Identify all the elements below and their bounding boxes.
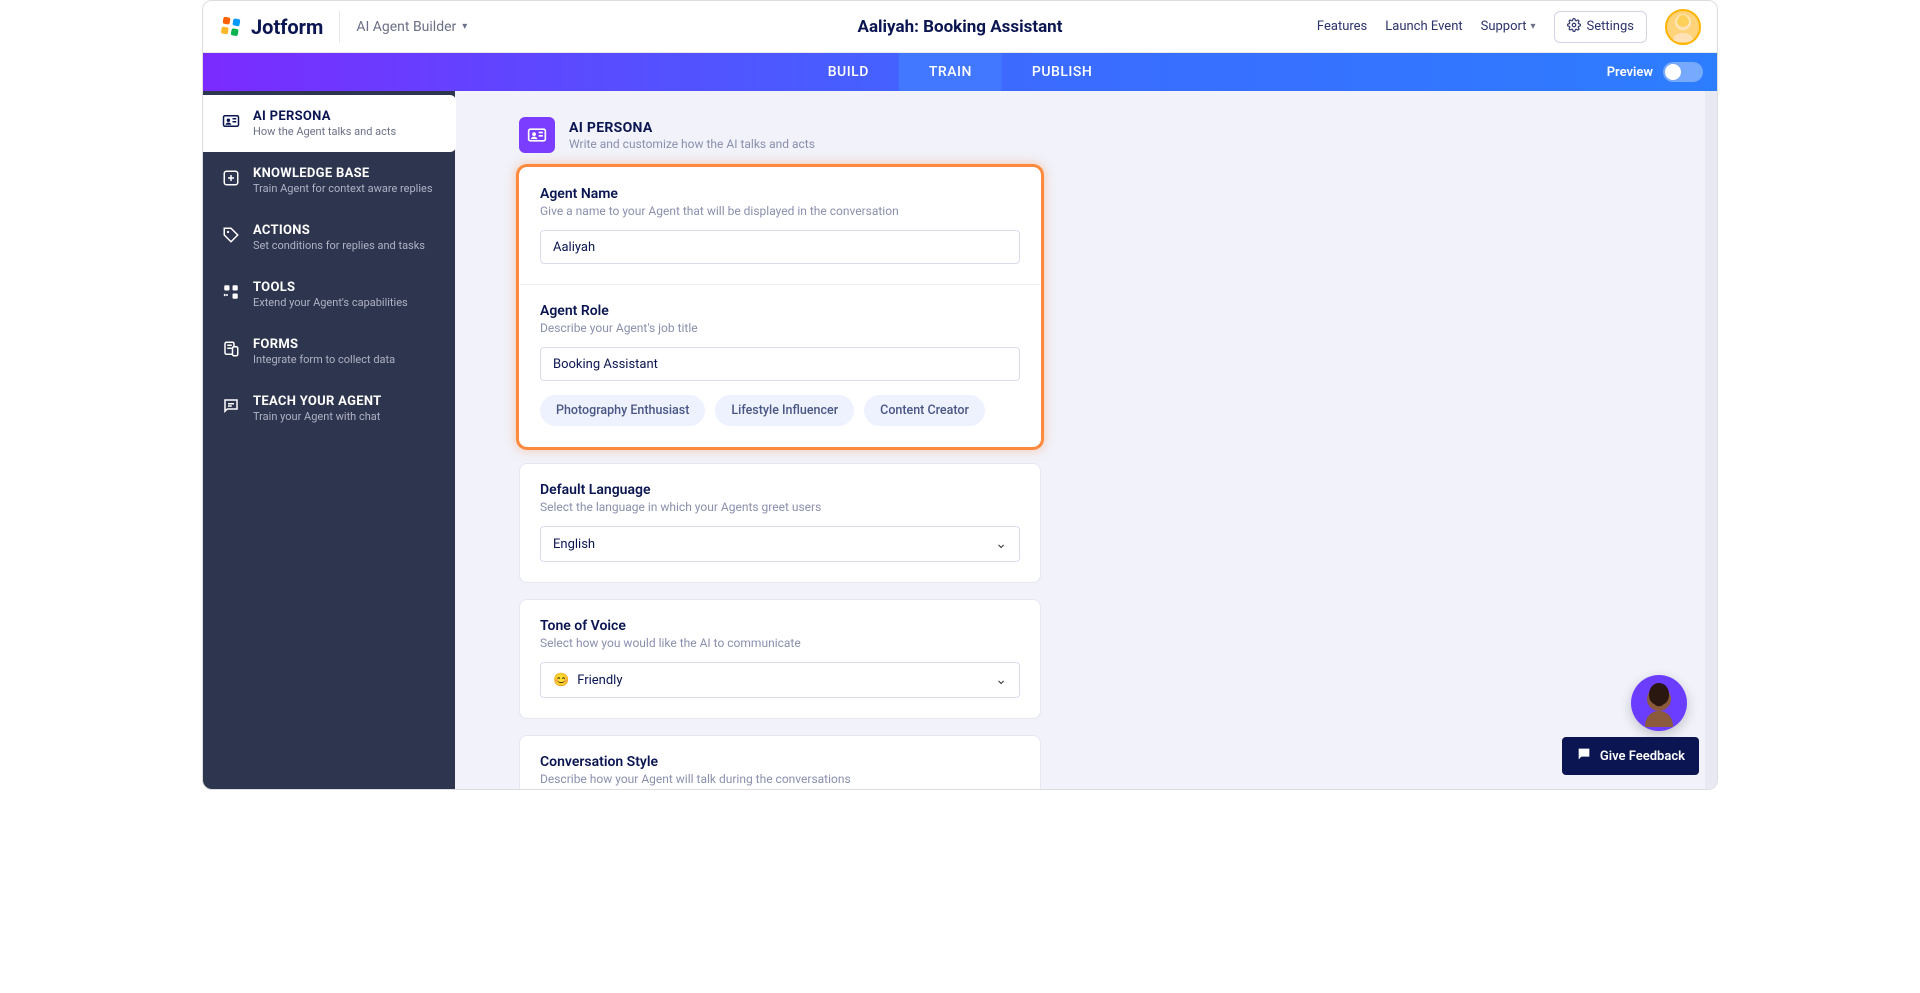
agent-role-label: Agent Role (540, 303, 1020, 319)
persona-section-icon (519, 117, 555, 153)
persona-card-icon (221, 111, 241, 131)
nav-support[interactable]: Support ▾ (1481, 19, 1536, 34)
preview-toggle[interactable] (1663, 62, 1703, 82)
sidebar-item-title: KNOWLEDGE BASE (253, 166, 433, 181)
section-header: AI PERSONA Write and customize how the A… (519, 117, 1041, 153)
tab-build[interactable]: BUILD (798, 53, 899, 91)
give-feedback-button[interactable]: Give Feedback (1562, 737, 1699, 775)
gear-icon (1567, 18, 1581, 36)
chevron-down-icon: ▾ (462, 21, 467, 32)
logo-text: Jotform (251, 15, 323, 39)
plus-square-icon (221, 168, 241, 188)
language-label: Default Language (540, 482, 1020, 498)
tone-emoji-icon: 😊 (553, 673, 569, 688)
page-title: Aaliyah: Booking Assistant (858, 17, 1063, 37)
settings-label: Settings (1587, 19, 1634, 34)
sidebar-item-teach[interactable]: TEACH YOUR AGENT Train your Agent with c… (203, 380, 455, 437)
apps-icon (221, 282, 241, 302)
content-area[interactable]: AI PERSONA Write and customize how the A… (455, 91, 1717, 789)
section-subtitle: Write and customize how the AI talks and… (569, 137, 815, 151)
tone-label: Tone of Voice (540, 618, 1020, 634)
sidebar-item-subtitle: Extend your Agent's capabilities (253, 296, 408, 309)
sidebar-item-tools[interactable]: TOOLS Extend your Agent's capabilities (203, 266, 455, 323)
product-switcher[interactable]: AI Agent Builder ▾ (356, 19, 467, 35)
forms-icon (221, 339, 241, 359)
sidebar-item-title: ACTIONS (253, 223, 425, 238)
section-title: AI PERSONA (569, 120, 815, 136)
agent-role-input[interactable] (540, 347, 1020, 381)
chevron-down-icon: ▾ (1531, 21, 1536, 32)
tag-icon (221, 225, 241, 245)
user-avatar[interactable] (1665, 9, 1701, 45)
train-sidebar: AI PERSONA How the Agent talks and acts … (203, 91, 455, 789)
conversation-style-help: Describe how your Agent will talk during… (540, 772, 1020, 786)
agent-role-help: Describe your Agent's job title (540, 321, 1020, 335)
sidebar-item-title: TOOLS (253, 280, 408, 295)
tone-select[interactable]: 😊 Friendly ⌄ (540, 662, 1020, 698)
sidebar-item-subtitle: Integrate form to collect data (253, 353, 395, 366)
language-value: English (553, 537, 595, 552)
conversation-style-label: Conversation Style (540, 754, 1020, 770)
role-suggestion-chip[interactable]: Photography Enthusiast (540, 395, 705, 426)
role-suggestion-chip[interactable]: Lifestyle Influencer (715, 395, 854, 426)
sidebar-item-knowledge-base[interactable]: KNOWLEDGE BASE Train Agent for context a… (203, 152, 455, 209)
role-suggestion-chip[interactable]: Content Creator (864, 395, 985, 426)
main-area: AI PERSONA How the Agent talks and acts … (203, 91, 1717, 789)
settings-button[interactable]: Settings (1554, 11, 1647, 43)
default-language-card: Default Language Select the language in … (519, 463, 1041, 583)
nav-features[interactable]: Features (1317, 19, 1367, 34)
feedback-label: Give Feedback (1600, 749, 1685, 764)
sidebar-item-forms[interactable]: FORMS Integrate form to collect data (203, 323, 455, 380)
language-select[interactable]: English ⌄ (540, 526, 1020, 562)
chevron-down-icon: ⌄ (995, 536, 1007, 552)
agent-name-input[interactable] (540, 230, 1020, 264)
product-name-text: AI Agent Builder (356, 19, 456, 35)
persona-identity-card: Agent Name Give a name to your Agent tha… (519, 167, 1041, 447)
tone-help: Select how you would like the AI to comm… (540, 636, 1020, 650)
agent-name-help: Give a name to your Agent that will be d… (540, 204, 1020, 218)
conversation-style-card: Conversation Style Describe how your Age… (519, 735, 1041, 789)
sidebar-item-ai-persona[interactable]: AI PERSONA How the Agent talks and acts (203, 95, 456, 152)
mode-tabs: BUILD TRAIN PUBLISH Preview (203, 53, 1717, 91)
tone-card: Tone of Voice Select how you would like … (519, 599, 1041, 719)
tab-train[interactable]: TRAIN (899, 53, 1002, 91)
preview-label: Preview (1607, 65, 1653, 80)
agent-name-label: Agent Name (540, 186, 1020, 202)
feedback-icon (1576, 746, 1592, 766)
sidebar-item-subtitle: Train your Agent with chat (253, 410, 382, 423)
sidebar-item-subtitle: How the Agent talks and acts (253, 125, 396, 138)
sidebar-item-title: AI PERSONA (253, 109, 396, 124)
chat-icon (221, 396, 241, 416)
scrollbar[interactable] (1705, 91, 1717, 789)
sidebar-item-title: TEACH YOUR AGENT (253, 394, 382, 409)
agent-avatar-button[interactable] (1631, 675, 1687, 731)
logo-block[interactable]: Jotform (219, 11, 340, 43)
top-bar: Jotform AI Agent Builder ▾ Aaliyah: Book… (203, 1, 1717, 53)
tab-publish[interactable]: PUBLISH (1002, 53, 1122, 91)
logo-icon (219, 15, 243, 39)
sidebar-item-actions[interactable]: ACTIONS Set conditions for replies and t… (203, 209, 455, 266)
sidebar-item-subtitle: Set conditions for replies and tasks (253, 239, 425, 252)
sidebar-item-title: FORMS (253, 337, 395, 352)
chevron-down-icon: ⌄ (995, 672, 1007, 688)
sidebar-item-subtitle: Train Agent for context aware replies (253, 182, 433, 195)
nav-support-text: Support (1481, 19, 1527, 34)
tone-value: Friendly (577, 673, 622, 688)
language-help: Select the language in which your Agents… (540, 500, 1020, 514)
nav-launch-event[interactable]: Launch Event (1385, 19, 1462, 34)
